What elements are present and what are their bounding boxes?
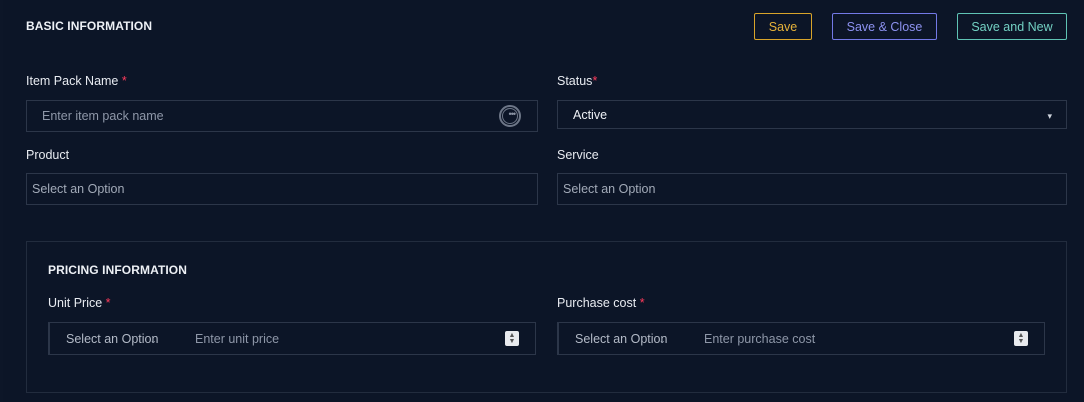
chevron-down-icon: ⌄ [659,336,666,345]
unit-price-field: Select an Option ⌄ Enter unit price ▲ ▼ [48,322,536,355]
item-pack-name-label-text: Item Pack Name [26,74,119,88]
purchase-cost-input[interactable]: Enter purchase cost [704,323,1004,354]
status-label-text: Status [557,74,593,88]
required-asterisk: * [639,296,645,310]
purchase-cost-label-text: Purchase cost [557,296,637,310]
basic-information-title: BASIC INFORMATION [26,19,153,33]
required-asterisk: * [121,74,127,88]
up-down-stepper-icon[interactable]: ▲ ▼ [1014,331,1028,346]
pricing-information-title: PRICING INFORMATION [48,263,188,277]
chevron-down-icon: ⌄ [150,336,157,345]
save-and-new-button[interactable]: Save and New [957,13,1067,40]
unit-price-input[interactable]: Enter unit price [195,323,495,354]
purchase-cost-input-placeholder: Enter purchase cost [704,331,816,346]
status-value: Active [573,107,608,122]
item-pack-name-field[interactable]: Enter item pack name ••• [26,100,538,132]
service-select[interactable]: Select an Option [557,173,1067,205]
product-label: Product [26,148,70,162]
form-page: BASIC INFORMATION Save Save & Close Save… [3,0,1084,402]
save-and-close-button[interactable]: Save & Close [832,13,937,40]
status-label: Status* [557,74,597,88]
product-select[interactable]: Select an Option [26,173,538,205]
unit-price-label: Unit Price * [48,296,111,310]
dots-icon: ••• [508,109,517,119]
service-label: Service [557,148,599,162]
required-asterisk: * [105,296,111,310]
product-placeholder: Select an Option [32,182,125,196]
service-placeholder: Select an Option [563,182,656,196]
unit-price-input-placeholder: Enter unit price [195,331,280,346]
unit-price-label-text: Unit Price [48,296,103,310]
up-down-stepper-icon[interactable]: ▲ ▼ [505,331,519,346]
purchase-cost-currency-select[interactable]: Select an Option [558,323,688,354]
purchase-cost-select-placeholder: Select an Option [575,331,668,346]
chevron-down-icon: ▾ [1047,111,1052,121]
unit-price-currency-select[interactable]: Select an Option [49,323,179,354]
purchase-cost-field: Select an Option ⌄ Enter purchase cost ▲… [557,322,1045,355]
required-asterisk: * [592,74,598,88]
save-button[interactable]: Save [754,13,812,40]
status-select[interactable]: Active ▾ [557,100,1067,129]
item-pack-name-label: Item Pack Name * [26,74,127,88]
item-pack-name-placeholder: Enter item pack name [42,109,164,123]
unit-price-select-placeholder: Select an Option [66,331,159,346]
purchase-cost-label: Purchase cost * [557,296,645,310]
